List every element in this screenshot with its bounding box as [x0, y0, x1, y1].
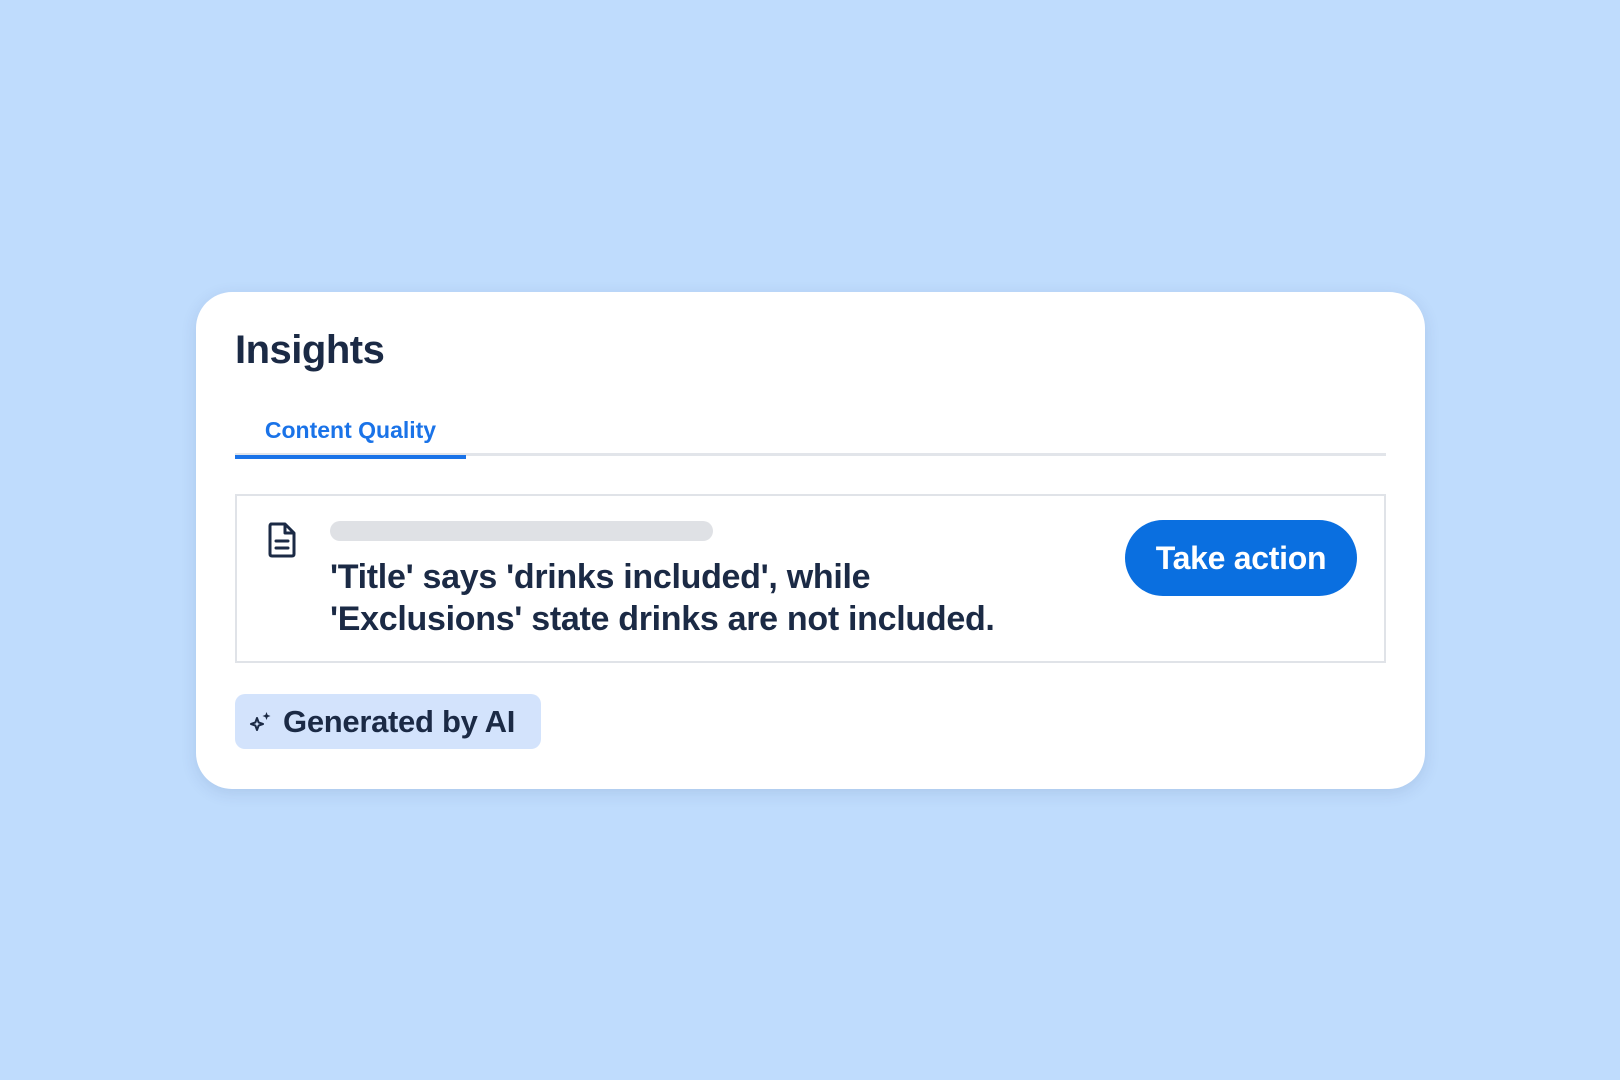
- insight-message: 'Title' says 'drinks included', while 'E…: [330, 558, 995, 638]
- take-action-button[interactable]: Take action: [1125, 520, 1357, 596]
- document-icon: [268, 522, 296, 558]
- tab-content-quality[interactable]: Content Quality: [235, 404, 466, 459]
- ai-badge-label: Generated by AI: [283, 703, 516, 739]
- loading-placeholder: [330, 521, 713, 541]
- active-tab-indicator: [235, 455, 466, 459]
- sparkle-icon: [250, 711, 271, 731]
- tab-bar: Content Quality: [235, 404, 1386, 459]
- ai-generated-badge: Generated by AI: [235, 694, 541, 749]
- insights-card: Insights Content Quality 'Title' says 'd…: [196, 292, 1425, 789]
- tab-label: Content Quality: [264, 416, 437, 443]
- page-title: Insights: [235, 328, 385, 372]
- insight-item: 'Title' says 'drinks included', while 'E…: [235, 494, 1386, 663]
